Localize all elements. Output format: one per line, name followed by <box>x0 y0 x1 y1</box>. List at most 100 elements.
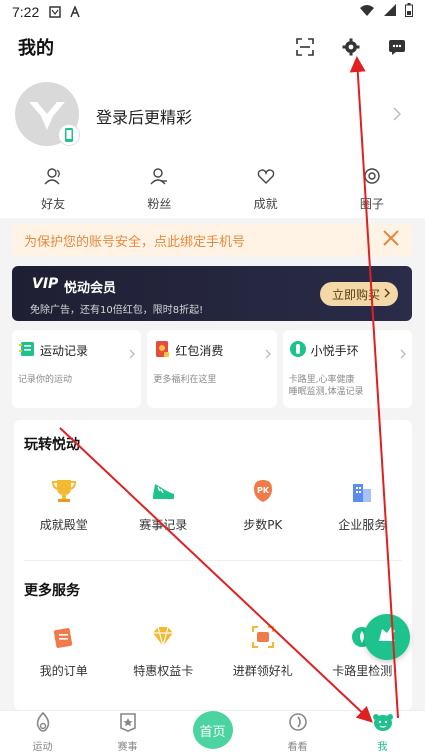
home-button[interactable]: 首页 <box>192 711 233 749</box>
phone-badge-icon <box>58 124 80 150</box>
stat-friends[interactable]: 好友 <box>0 160 106 218</box>
grid-item-enterprise[interactable]: 企业服务 <box>313 478 413 533</box>
services-panel: 玩转悦动 成就殿堂 赛事记录 PK 步数PK 企业服务 更多服务 我的订单 特惠… <box>14 420 412 710</box>
scan-icon[interactable] <box>295 37 315 57</box>
play-section-title: 玩转悦动 <box>24 437 80 453</box>
nav-label: 赛事 <box>117 742 138 753</box>
stat-label: 好友 <box>41 196 66 211</box>
circle-icon <box>363 167 381 189</box>
home-label: 首页 <box>199 724 226 740</box>
shortcut-title: 红包消费 <box>175 344 224 358</box>
vip-subtitle: 免除广告，还有10倍红包，限时8折起! <box>30 305 204 316</box>
chevron-right-icon <box>265 344 271 363</box>
look-icon <box>288 712 308 736</box>
grid-label: 企业服务 <box>338 518 387 532</box>
running-shoe-icon <box>375 623 399 651</box>
nav-label: 看看 <box>287 742 308 753</box>
grid-item-achievement-hall[interactable]: 成就殿堂 <box>14 478 114 533</box>
grid-item-discount-card[interactable]: 特惠权益卡 <box>114 624 214 679</box>
close-icon[interactable] <box>382 229 400 251</box>
event-icon <box>118 712 138 736</box>
chevron-right-icon <box>393 106 402 125</box>
shortcut-exercise-record[interactable]: 运动记录 记录你的运动 <box>12 330 142 408</box>
signal-icon <box>383 4 397 20</box>
grid-label: 我的订单 <box>39 664 88 678</box>
trophy-icon <box>51 478 77 508</box>
grid-item-join-group[interactable]: 进群领好礼 <box>213 624 313 679</box>
pk-icon: PK <box>250 478 276 508</box>
stat-fans[interactable]: 粉丝 <box>106 160 212 218</box>
fans-icon <box>150 167 168 189</box>
more-section-title: 更多服务 <box>24 583 80 599</box>
me-icon <box>372 712 394 736</box>
battery-icon <box>405 3 413 21</box>
stat-label: 成就 <box>253 196 278 211</box>
bind-phone-text[interactable]: 为保护您的账号安全，点此绑定手机号 <box>24 231 245 250</box>
partial-item <box>14 702 114 710</box>
nav-item-event[interactable]: 赛事 <box>85 711 170 756</box>
app-notification-icon <box>69 4 81 18</box>
vip-title: 悦动会员 <box>64 281 117 296</box>
sport-icon <box>33 711 53 736</box>
red-packet-icon <box>153 340 171 362</box>
nav-item-sport[interactable]: 运动 <box>0 711 85 756</box>
shortcut-desc: 卡路里,心率健康 睡眠监测,体温记录 <box>288 375 364 397</box>
page-title: 我的 <box>18 38 54 59</box>
shoe-icon <box>150 478 176 508</box>
heart-icon <box>257 167 275 189</box>
nav-label: 运动 <box>32 742 53 753</box>
grid-item-event-record[interactable]: 赛事记录 <box>114 478 214 533</box>
nav-item-home[interactable]: 首页 <box>170 711 255 756</box>
grid-item-step-pk[interactable]: PK 步数PK <box>213 478 313 533</box>
vip-logo: VIP <box>32 276 59 292</box>
grid-item-my-orders[interactable]: 我的订单 <box>14 624 114 679</box>
wristband-icon <box>289 340 307 362</box>
stat-label: 粉丝 <box>147 196 172 211</box>
chevron-right-icon <box>400 344 406 363</box>
bind-phone-banner[interactable]: 为保护您的账号安全，点此绑定手机号 <box>12 224 412 256</box>
nav-item-me[interactable]: 我 <box>340 711 425 756</box>
shortcut-desc: 更多福利在这里 <box>153 375 217 385</box>
bottom-nav: 运动 赛事 首页 看看 我 <box>0 710 425 756</box>
chevron-right-icon <box>384 287 390 301</box>
shortcut-title: 运动记录 <box>40 344 89 358</box>
friends-icon <box>44 167 62 189</box>
order-icon <box>51 624 77 654</box>
shortcut-title: 小悦手环 <box>310 344 359 358</box>
divider <box>24 560 402 561</box>
group-icon <box>250 624 276 654</box>
shortcut-desc: 记录你的运动 <box>18 375 73 385</box>
vip-card[interactable]: VIP 悦动会员 免除广告，还有10倍红包，限时8折起! 立即购买 <box>12 266 412 321</box>
buy-now-label: 立即购买 <box>331 287 380 302</box>
grid-label: 步数PK <box>243 518 283 532</box>
grid-label: 特惠权益卡 <box>133 664 194 678</box>
floating-run-button[interactable] <box>364 614 410 660</box>
stat-label: 圈子 <box>359 196 384 211</box>
svg-text:PK: PK <box>257 486 270 495</box>
shortcut-red-packet[interactable]: 红包消费 更多福利在这里 <box>147 330 277 408</box>
diamond-icon <box>150 624 176 654</box>
grid-label: 进群领好礼 <box>232 664 293 678</box>
nav-item-look[interactable]: 看看 <box>255 711 340 756</box>
settings-gear-icon[interactable] <box>341 37 361 57</box>
shortcut-cards: 运动记录 记录你的运动 红包消费 更多福利在这里 小悦手环 卡路里,心率健康 睡… <box>12 330 412 408</box>
buy-now-button[interactable]: 立即购买 <box>319 282 398 306</box>
more-grid: 我的订单 特惠权益卡 进群领好礼 卡路里检测 <box>14 624 412 679</box>
shortcut-wristband[interactable]: 小悦手环 卡路里,心率健康 睡眠监测,体温记录 <box>282 330 412 408</box>
grid-label: 赛事记录 <box>139 518 188 532</box>
message-icon[interactable] <box>387 37 407 57</box>
stat-circles[interactable]: 圈子 <box>319 160 425 218</box>
grid-label: 卡路里检测 <box>332 664 393 678</box>
status-time: 7:22 <box>12 4 40 20</box>
nav-label: 我 <box>377 742 388 753</box>
status-bar: 7:22 <box>0 0 425 24</box>
partial-item <box>313 702 413 710</box>
grid-label: 成就殿堂 <box>39 518 88 532</box>
stat-achievements[interactable]: 成就 <box>213 160 319 218</box>
partial-icon <box>250 702 276 710</box>
partial-item <box>114 702 214 710</box>
partial-grid-row <box>14 702 412 710</box>
login-prompt[interactable]: 登录后更精彩 <box>96 104 192 128</box>
play-grid: 成就殿堂 赛事记录 PK 步数PK 企业服务 <box>14 478 412 533</box>
page-header: 我的 <box>0 24 425 70</box>
